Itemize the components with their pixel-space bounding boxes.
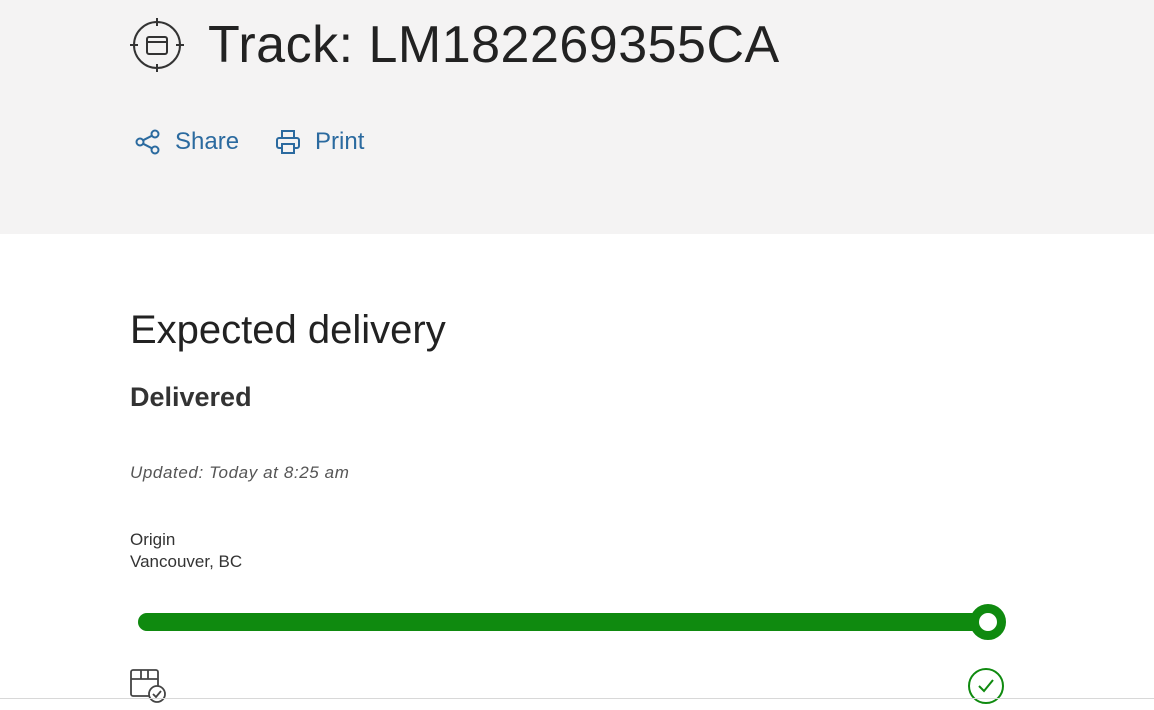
check-circle-icon [967, 667, 1005, 705]
origin-label: Origin [130, 530, 176, 549]
origin-value: Vancouver, BC [130, 552, 243, 571]
page-title: Track: LM182269355CA [208, 16, 780, 74]
printer-icon [273, 127, 303, 157]
title-row: Track: LM182269355CA [130, 14, 780, 76]
divider [0, 698, 1154, 699]
delivery-status: Delivered [130, 382, 252, 412]
progress-fill [138, 613, 988, 631]
updated-timestamp: Updated: Today at 8:25 am [130, 463, 350, 482]
section-title: Expected delivery [130, 308, 446, 352]
print-label: Print [315, 128, 365, 155]
origin-block: Origin Vancouver, BC [130, 529, 242, 573]
share-button[interactable]: Share [133, 127, 239, 157]
action-bar: Share Print [133, 127, 398, 157]
tracking-header: Track: LM182269355CA Share Print [0, 0, 1154, 234]
parcel-target-icon [130, 18, 184, 72]
share-icon [133, 127, 163, 157]
delivery-progress-bar [138, 604, 1006, 640]
share-label: Share [175, 128, 240, 155]
print-button[interactable]: Print [273, 127, 364, 157]
progress-end-marker [970, 604, 1006, 640]
